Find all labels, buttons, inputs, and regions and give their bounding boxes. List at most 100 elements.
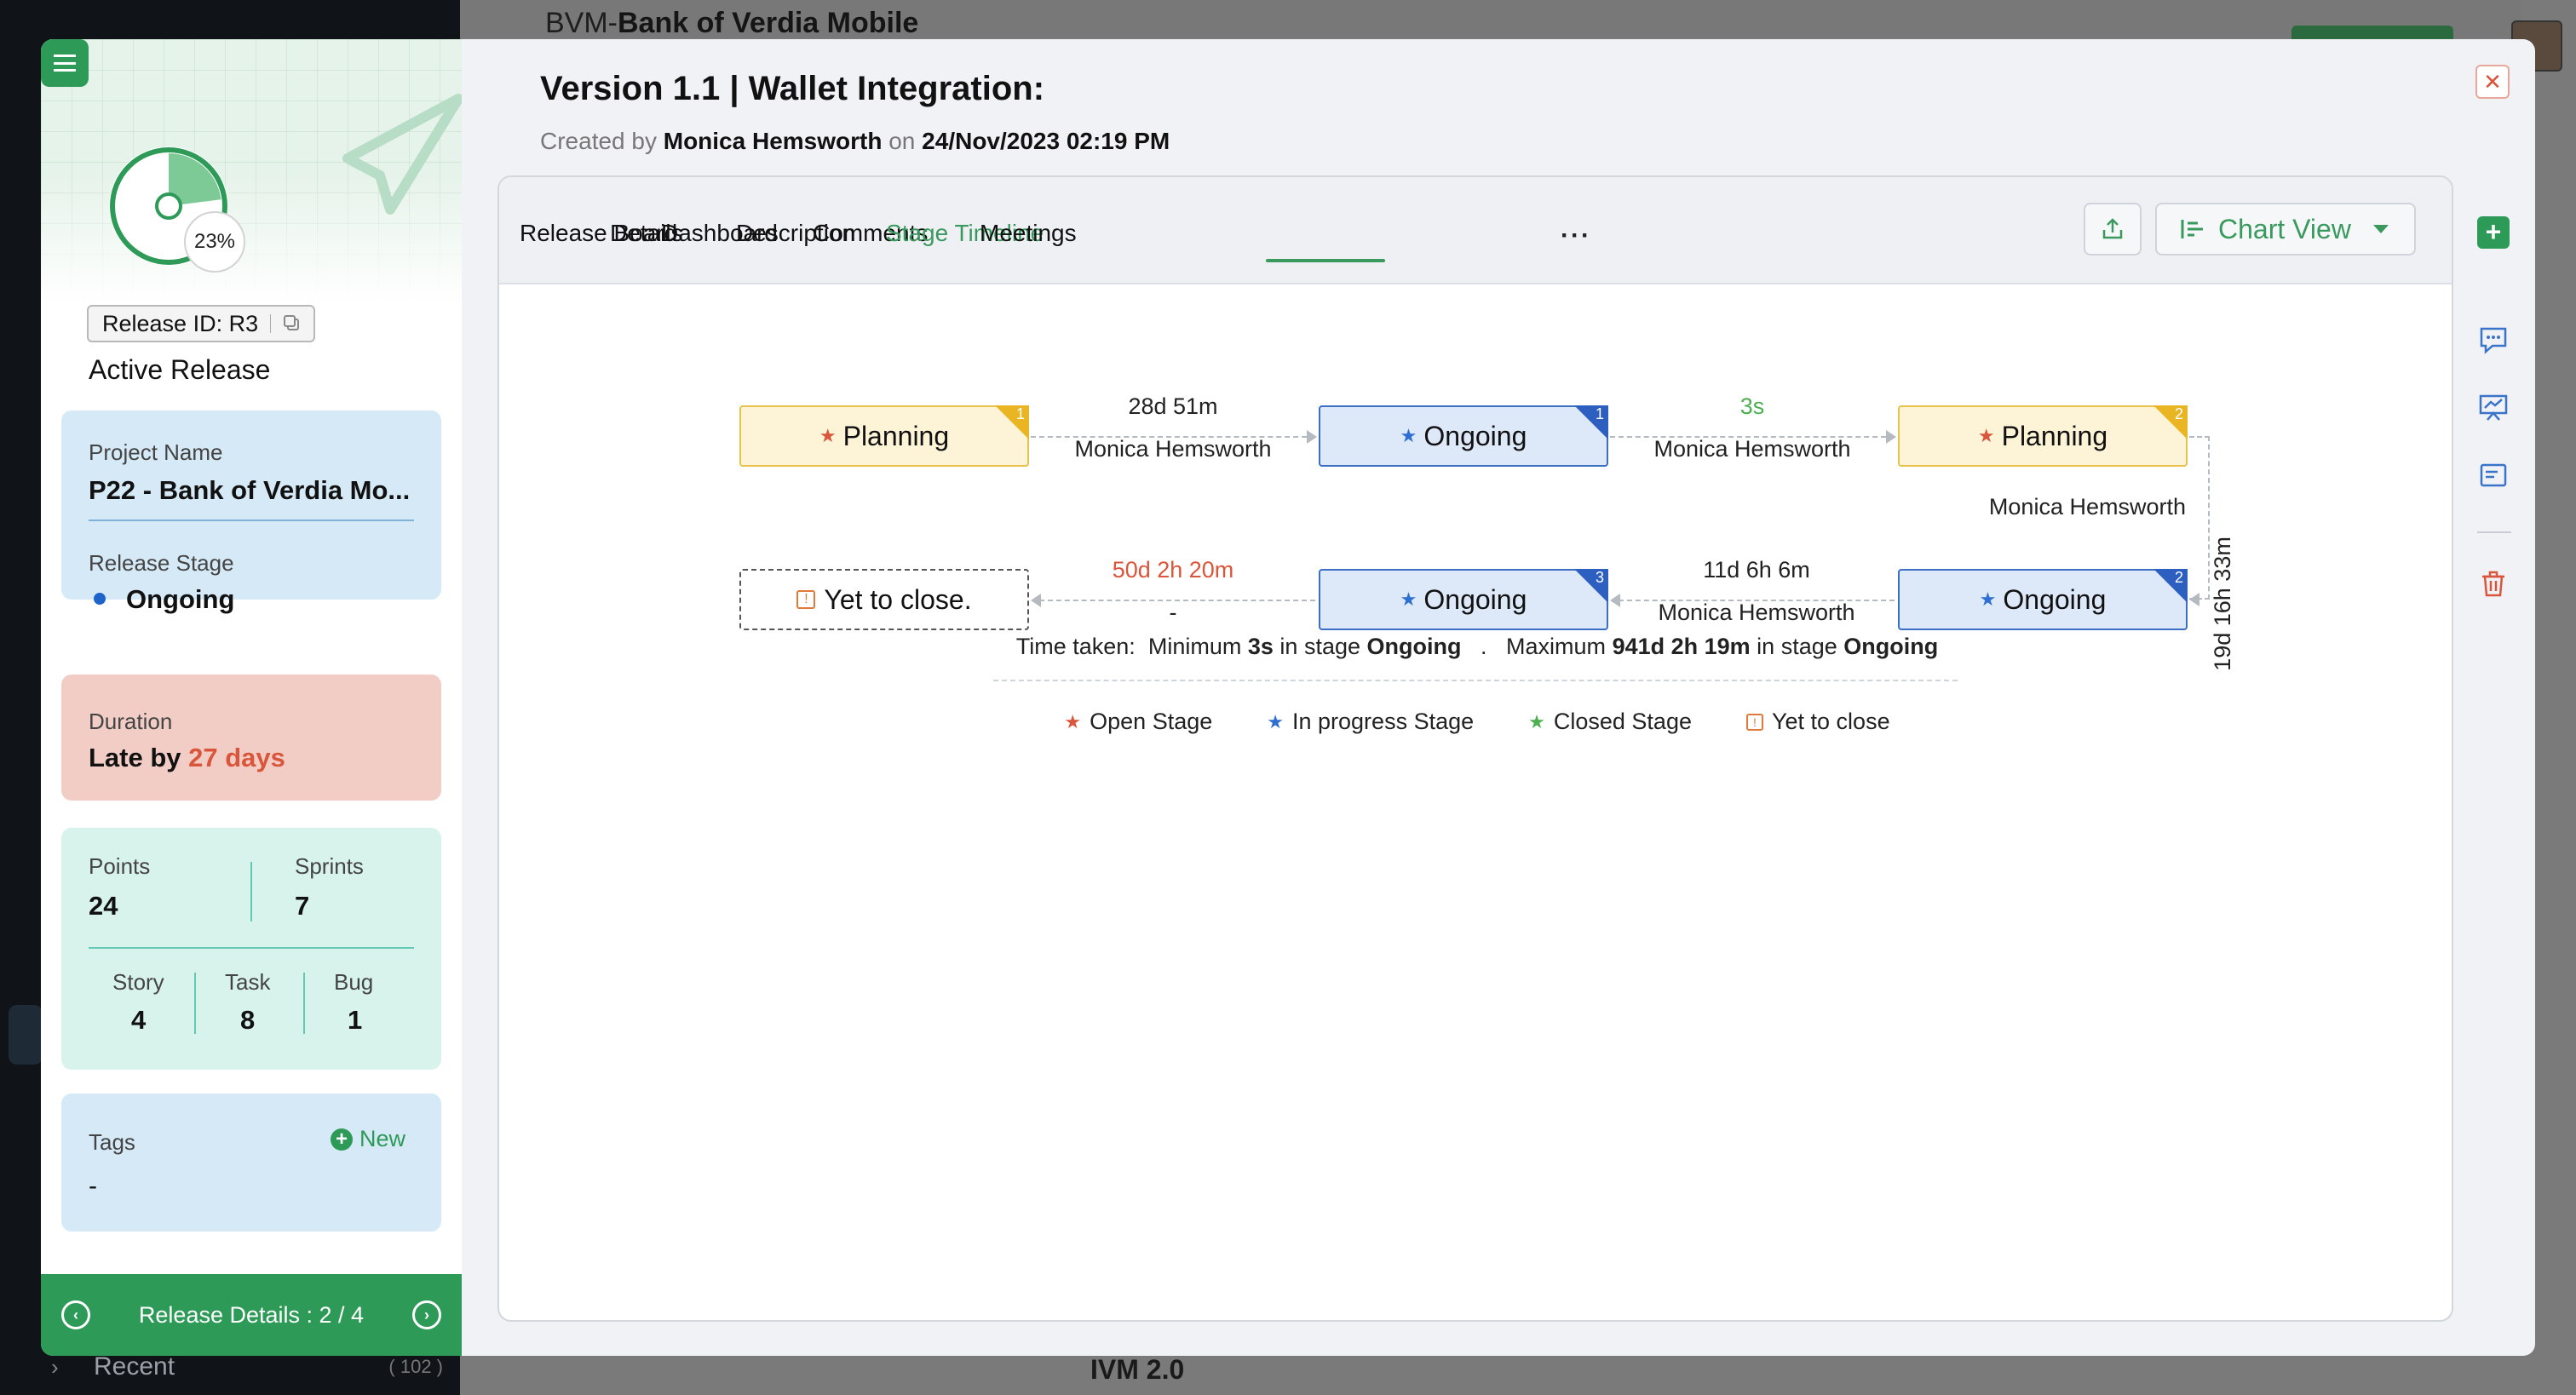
open-stage-icon: ★ xyxy=(819,425,837,446)
background-title: BVM-Bank of Verdia Mobile xyxy=(545,7,919,39)
tags-label: Tags xyxy=(89,1129,135,1155)
bug-label: Bug xyxy=(334,969,374,995)
release-summary-panel: 23% Release ID: R3 Active Release Projec… xyxy=(41,39,462,1356)
active-tab-indicator xyxy=(1266,259,1385,262)
task-label: Task xyxy=(225,969,271,995)
points-value: 24 xyxy=(89,891,118,921)
open-stage-icon: ★ xyxy=(1064,710,1082,732)
tags-value: - xyxy=(89,1172,97,1200)
content-card: Release Board Details Dashboard Descript… xyxy=(497,175,2453,1322)
menu-button[interactable] xyxy=(41,39,89,87)
release-status: Active Release xyxy=(89,354,271,385)
story-count: 4 xyxy=(131,1005,147,1035)
comment-icon[interactable] xyxy=(2477,324,2510,356)
hamburger-icon xyxy=(54,55,76,72)
stage-node-yet-to-close[interactable]: ! Yet to close. xyxy=(739,569,1029,630)
tab-bar: Release Board Details Dashboard Descript… xyxy=(499,177,2452,284)
copy-icon[interactable] xyxy=(283,314,302,333)
sprints-label: Sprints xyxy=(295,853,364,879)
paper-plane-icon xyxy=(342,94,462,215)
stage-node-planning-2[interactable]: ★ Planning 2 xyxy=(1898,405,2188,467)
plus-icon: + xyxy=(330,1128,353,1151)
release-id: Release ID: R3 xyxy=(102,310,259,336)
chevron-right-icon: › xyxy=(51,1353,59,1380)
edge-actor: Monica Hemsworth xyxy=(1653,436,1851,462)
release-pager: ‹ Release Details : 2 / 4 › xyxy=(41,1274,462,1356)
project-card: Project Name P22 - Bank of Verdia Mo... … xyxy=(61,410,441,614)
stage-node-ongoing-2[interactable]: ★ Ongoing 2 xyxy=(1898,569,2188,630)
yet-to-close-icon: ! xyxy=(796,590,816,609)
project-name-label: Project Name xyxy=(89,439,223,465)
yet-to-close-icon: ! xyxy=(1745,713,1763,731)
edge-actor: Monica Hemsworth xyxy=(1988,494,2186,520)
more-tabs-button[interactable]: ··· xyxy=(1561,221,1591,250)
duration-value: Late by 27 days xyxy=(89,743,285,772)
in-progress-stage-icon: ★ xyxy=(1400,588,1417,610)
in-progress-stage-icon: ★ xyxy=(1400,425,1417,446)
release-modal: Version 1.1 | Wallet Integration: Create… xyxy=(462,39,2535,1356)
open-stage-icon: ★ xyxy=(1977,425,1995,446)
edge-duration: 3s xyxy=(1739,393,1765,419)
recent-label: Recent xyxy=(94,1352,175,1381)
release-stage: Ongoing xyxy=(126,584,235,614)
notes-icon[interactable] xyxy=(2477,460,2510,492)
legend-in-progress-stage: ★ In progress Stage xyxy=(1267,709,1475,734)
stage-node-ongoing-1[interactable]: ★ Ongoing 1 xyxy=(1319,405,1608,467)
page-title: Version 1.1 | Wallet Integration: xyxy=(540,70,1045,107)
chevron-right-icon: › xyxy=(423,1306,429,1323)
time-taken-summary: Time taken: Minimum 3s in stage Ongoing … xyxy=(1015,634,1939,659)
stage-node-ongoing-3[interactable]: ★ Ongoing 3 xyxy=(1319,569,1608,630)
release-stage-label: Release Stage xyxy=(89,550,234,576)
project-name[interactable]: P22 - Bank of Verdia Mo... xyxy=(89,475,410,506)
view-selector[interactable]: Chart View xyxy=(2155,203,2416,255)
upload-icon xyxy=(2102,218,2123,239)
recent-count: ( 102 ) xyxy=(388,1356,443,1377)
counts-card: Points 24 Sprints 7 Story 4 Task 8 Bug 1 xyxy=(61,828,441,1070)
creator-name[interactable]: Monica Hemsworth xyxy=(664,128,883,154)
close-icon: ✕ xyxy=(2483,68,2502,95)
add-button[interactable]: + xyxy=(2477,216,2510,249)
legend-closed-stage: ★ Closed Stage xyxy=(1528,709,1692,734)
edge-actor: Monica Hemsworth xyxy=(1658,600,1855,625)
progress-percent: 23% xyxy=(184,211,245,273)
tab-meetings[interactable]: Meetings xyxy=(980,220,1077,247)
edge-duration: 11d 6h 6m xyxy=(1703,557,1810,583)
in-progress-stage-icon: ★ xyxy=(1979,588,1997,610)
stage-dot-icon xyxy=(94,593,106,605)
edge-duration: 28d 51m xyxy=(1128,393,1218,419)
release-id-chip: Release ID: R3 xyxy=(87,305,316,342)
tags-card: Tags + New - xyxy=(61,1094,441,1231)
next-release-button[interactable]: › xyxy=(411,1300,441,1329)
task-count: 8 xyxy=(240,1005,256,1035)
story-label: Story xyxy=(112,969,164,995)
bug-count: 1 xyxy=(348,1005,363,1035)
sprints-value: 7 xyxy=(295,891,310,921)
created-date: 24/Nov/2023 02:19 PM xyxy=(922,128,1170,154)
stage-node-planning-1[interactable]: ★ Planning 1 xyxy=(739,405,1029,467)
in-progress-stage-icon: ★ xyxy=(1267,710,1284,732)
background-sidebar-item xyxy=(9,1005,43,1065)
rail-divider xyxy=(2477,531,2511,533)
close-button[interactable]: ✕ xyxy=(2475,65,2510,99)
legend-open-stage: ★ Open Stage xyxy=(1064,709,1213,734)
duration-card: Duration Late by 27 days xyxy=(61,675,441,801)
previous-release-button[interactable]: ‹ xyxy=(61,1300,90,1329)
points-label: Points xyxy=(89,853,151,879)
legend-yet-to-close: ! Yet to close xyxy=(1745,709,1890,735)
chevron-down-icon xyxy=(2373,225,2389,233)
edge-duration: 50d 2h 20m xyxy=(1112,557,1234,583)
release-pager-label: Release Details : 2 / 4 xyxy=(138,1301,365,1328)
chevron-left-icon: ‹ xyxy=(73,1306,78,1323)
edge-actor: Monica Hemsworth xyxy=(1074,436,1272,462)
timeline-legend: ★ Open Stage ★ In progress Stage ★ Closed S… xyxy=(499,709,2452,735)
presentation-icon[interactable] xyxy=(2477,392,2510,424)
chart-view-icon xyxy=(2181,220,2203,238)
duration-label: Duration xyxy=(89,709,173,734)
edge-actor: - xyxy=(1169,600,1177,625)
trash-icon[interactable] xyxy=(2477,567,2510,600)
created-info: Created by Monica Hemsworth on 24/Nov/20… xyxy=(540,128,1170,154)
background-bottom-item: IVM 2.0 xyxy=(1090,1354,1185,1385)
closed-stage-icon: ★ xyxy=(1528,710,1545,732)
add-tag-button[interactable]: + New xyxy=(330,1126,405,1152)
export-button[interactable] xyxy=(2084,203,2142,255)
